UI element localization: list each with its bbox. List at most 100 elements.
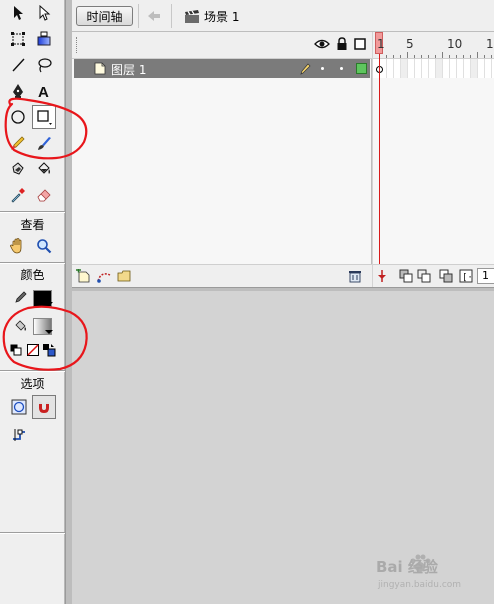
frame-ruler[interactable]: 1 5 10 1	[373, 32, 494, 59]
view-section-label: 查看	[20, 218, 45, 232]
panel-splitter[interactable]	[65, 0, 72, 604]
toolbar-separator	[0, 370, 65, 372]
back-arrow-icon[interactable]	[146, 8, 162, 24]
fill-color-arrow-icon	[45, 330, 53, 334]
tools-panel: A 查看 颜色 选项	[0, 0, 65, 604]
divider	[171, 4, 172, 28]
frame-footer: [·] 1	[373, 264, 494, 288]
frame-cell[interactable]	[387, 59, 394, 78]
rectangle-tool-icon[interactable]	[32, 105, 56, 129]
paint-bucket-tool-icon[interactable]	[33, 158, 55, 180]
scene-name: 场景 1	[204, 10, 240, 24]
frame-row[interactable]	[373, 59, 494, 78]
ruler-tick	[470, 55, 471, 58]
stroke-color-arrow-icon	[45, 302, 53, 306]
outline-icon[interactable]	[354, 38, 366, 53]
gradient-transform-tool-icon[interactable]	[33, 28, 55, 50]
object-drawing-icon[interactable]	[8, 396, 30, 418]
layers-pane: 图层 1	[72, 32, 372, 288]
frame-cell[interactable]	[457, 59, 464, 78]
ruler-tick	[442, 52, 443, 58]
drag-handle[interactable]	[76, 37, 80, 53]
toolbar-separator	[0, 262, 65, 264]
frame-cell[interactable]	[436, 59, 443, 78]
playhead-line	[379, 54, 380, 265]
ruler-tick	[491, 55, 492, 58]
no-color-icon[interactable]	[26, 343, 40, 357]
eye-icon[interactable]	[314, 38, 330, 53]
layer-page-icon	[94, 62, 106, 78]
text-tool-icon[interactable]: A	[33, 80, 55, 102]
svg-text:A: A	[38, 84, 49, 99]
frames-pane: 1 5 10 1 [·] 1	[373, 32, 494, 288]
frame-cell[interactable]	[478, 59, 485, 78]
layers-header	[72, 32, 372, 59]
stroke-color-pencil-icon	[12, 288, 30, 306]
frame-cell[interactable]	[401, 59, 408, 78]
layer-outline-color[interactable]	[356, 63, 367, 74]
frame-cell[interactable]	[394, 59, 401, 78]
ruler-tick	[400, 55, 401, 58]
swap-colors-icon[interactable]	[42, 343, 56, 357]
svg-text:[·]: [·]	[462, 273, 473, 283]
pencil-tool-icon[interactable]	[7, 132, 29, 154]
toolbar-separator	[0, 211, 65, 213]
frame-cell[interactable]	[429, 59, 436, 78]
ruler-tick	[463, 55, 464, 58]
layer-footer	[72, 264, 372, 288]
add-motion-guide-icon[interactable]	[96, 269, 112, 286]
delete-layer-icon[interactable]	[348, 269, 362, 286]
ruler-tick	[407, 52, 408, 58]
scene-breadcrumb[interactable]: 场景 1	[184, 8, 239, 25]
lock-dot[interactable]	[340, 67, 343, 70]
onion-skin-icon[interactable]	[399, 269, 413, 286]
frame-cell[interactable]	[415, 59, 422, 78]
straighten-smooth-icon[interactable]	[8, 424, 30, 446]
ruler-tick	[386, 55, 387, 58]
subselection-tool-icon[interactable]	[33, 2, 55, 24]
ruler-tick	[435, 55, 436, 58]
black-white-icon[interactable]	[9, 343, 23, 357]
ink-bottle-tool-icon[interactable]	[7, 158, 29, 180]
ruler-tick	[484, 55, 485, 58]
ruler-tick	[414, 55, 415, 58]
watermark-text: Bai 经验	[376, 558, 438, 576]
selection-tool-icon[interactable]	[7, 2, 29, 24]
frame-cell[interactable]	[450, 59, 457, 78]
brush-tool-icon[interactable]	[33, 132, 55, 154]
current-frame-field[interactable]: 1	[477, 268, 494, 284]
edit-multiple-frames-icon[interactable]	[439, 269, 453, 286]
timeline-toggle-button[interactable]: 时间轴	[76, 6, 133, 26]
frame-cell[interactable]	[485, 59, 492, 78]
divider	[138, 4, 139, 28]
onion-skin-outlines-icon[interactable]	[417, 269, 431, 286]
edit-bar: 时间轴 场景 1	[72, 0, 494, 32]
center-frame-icon[interactable]	[377, 269, 387, 286]
hand-tool-icon[interactable]	[7, 235, 29, 257]
lasso-tool-icon[interactable]	[33, 54, 55, 76]
frame-cell[interactable]	[464, 59, 471, 78]
pen-tool-icon[interactable]	[7, 80, 29, 102]
insert-layer-icon[interactable]	[76, 267, 92, 286]
frame-cell[interactable]	[422, 59, 429, 78]
ruler-tick	[477, 52, 478, 58]
line-tool-icon[interactable]	[7, 54, 29, 76]
snap-to-objects-icon[interactable]	[32, 395, 56, 419]
ruler-tick	[393, 55, 394, 58]
eraser-tool-icon[interactable]	[33, 184, 55, 206]
insert-folder-icon[interactable]	[116, 269, 132, 286]
layer-row[interactable]: 图层 1	[74, 59, 370, 78]
visibility-dot[interactable]	[321, 67, 324, 70]
frame-cell[interactable]	[443, 59, 450, 78]
watermark-sub: jingyan.baidu.com	[378, 580, 462, 590]
oval-tool-icon[interactable]	[7, 106, 29, 128]
modify-onion-markers-icon[interactable]: [·]	[459, 269, 478, 286]
zoom-tool-icon[interactable]	[33, 235, 55, 257]
frame-cell[interactable]	[408, 59, 415, 78]
ruler-tick	[421, 55, 422, 58]
free-transform-tool-icon[interactable]	[7, 28, 29, 50]
lock-icon[interactable]	[336, 37, 348, 54]
fill-color-bucket-icon	[12, 317, 30, 335]
eyedropper-tool-icon[interactable]	[7, 184, 29, 206]
frame-cell[interactable]	[471, 59, 478, 78]
